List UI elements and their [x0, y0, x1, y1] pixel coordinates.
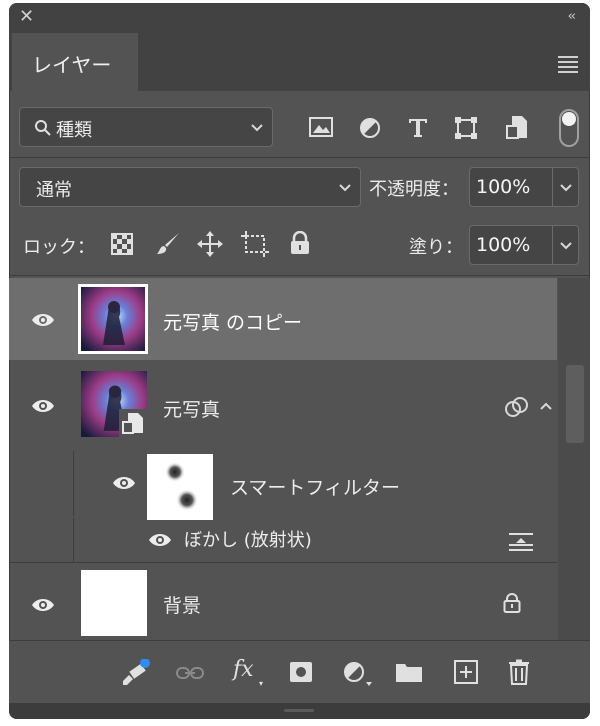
smart-filter-label: スマートフィルター: [230, 477, 401, 499]
tab-layers[interactable]: レイヤー: [12, 33, 138, 91]
photo-thumbnail-image: [81, 287, 145, 351]
layer-thumbnail: [81, 570, 147, 636]
filter-item-label: ぼかし (放射状): [184, 530, 312, 551]
layer-name[interactable]: 元写真: [163, 395, 220, 422]
eye-icon[interactable]: [31, 312, 55, 328]
chevron-down-icon: [560, 184, 572, 192]
filter-kind-label: 種類: [56, 120, 92, 141]
eye-icon[interactable]: [31, 398, 55, 414]
fill-field[interactable]: 100%: [469, 225, 553, 265]
layer-row[interactable]: 背景: [9, 563, 557, 643]
layer-style-fx-icon[interactable]: fx: [233, 657, 254, 682]
opacity-dropdown[interactable]: [552, 167, 579, 207]
divider: [9, 157, 590, 158]
collapse-icon[interactable]: ‹‹: [568, 9, 577, 24]
eye-icon[interactable]: [31, 597, 55, 613]
tab-strip: レイヤー: [9, 33, 590, 91]
opacity-label: 不透明度：: [369, 179, 459, 200]
shape-filter-icon[interactable]: [454, 116, 478, 140]
layer-lock-icon: [503, 593, 521, 613]
lock-label: ロック：: [23, 237, 95, 258]
new-adjustment-layer-icon[interactable]: [342, 660, 372, 688]
layers-panel: ✕ ‹‹ レイヤー 種類 通常 不透明度： 100% ロック： 塗り： 100%…: [9, 3, 590, 719]
close-icon[interactable]: ✕: [19, 7, 34, 27]
new-layer-icon[interactable]: [454, 660, 478, 684]
eye-icon[interactable]: [148, 532, 172, 548]
submenu-marker: ▾: [259, 679, 264, 688]
layer-thumbnail: [78, 284, 148, 354]
eye-icon[interactable]: [112, 475, 136, 491]
new-group-folder-icon[interactable]: [395, 661, 423, 683]
layer-row[interactable]: 元写真 のコピー: [9, 278, 557, 360]
add-mask-icon[interactable]: [289, 661, 313, 683]
delete-layer-trash-icon[interactable]: [508, 659, 530, 685]
lock-all-icon[interactable]: [289, 231, 311, 255]
image-filter-icon[interactable]: [309, 117, 333, 137]
layers-scrollbar[interactable]: [558, 278, 590, 643]
filter-blending-options-icon[interactable]: [509, 532, 533, 552]
chevron-down-icon: [560, 242, 572, 250]
lock-image-pixels-icon[interactable]: [155, 231, 181, 257]
opacity-value: 100%: [476, 176, 531, 198]
smart-filter-row[interactable]: スマートフィルター: [73, 451, 558, 520]
divider: [9, 275, 590, 276]
fill-dropdown[interactable]: [552, 225, 579, 265]
tab-layers-label: レイヤー: [32, 53, 112, 77]
lock-transparent-pixels-icon[interactable]: [111, 233, 133, 255]
layer-name[interactable]: 背景: [163, 591, 201, 618]
layer-row[interactable]: 元写真: [9, 361, 557, 456]
filter-kind-select[interactable]: 種類: [19, 107, 273, 147]
panel-title-bar: ✕ ‹‹: [9, 3, 590, 33]
layers-footer-toolbar: fx ▾: [9, 640, 590, 703]
lock-position-icon[interactable]: [197, 231, 223, 257]
lock-artboard-icon[interactable]: [241, 231, 269, 257]
filter-item-row[interactable]: ぼかし (放射状): [73, 518, 558, 562]
adjustment-filter-icon[interactable]: [359, 117, 381, 139]
scrollbar-thumb[interactable]: [566, 365, 584, 443]
link-layers-icon[interactable]: [175, 664, 205, 682]
panel-menu-icon[interactable]: [558, 56, 578, 76]
filter-toggle[interactable]: [559, 109, 579, 147]
mask-blobs: [165, 462, 198, 511]
fill-value: 100%: [476, 234, 531, 256]
layer-name[interactable]: 元写真 のコピー: [163, 308, 302, 335]
type-filter-icon[interactable]: [407, 116, 429, 138]
blend-mode-select[interactable]: 通常: [19, 167, 361, 207]
smart-object-filter-icon[interactable]: [506, 115, 528, 139]
smart-object-badge-icon: [119, 409, 147, 437]
chevron-down-icon: [339, 184, 351, 192]
opacity-field[interactable]: 100%: [469, 167, 553, 207]
filter-mask-thumbnail: [147, 454, 213, 520]
smart-filter-mask-icon[interactable]: [504, 395, 530, 419]
chevron-up-icon[interactable]: [539, 401, 553, 411]
blend-mode-value: 通常: [36, 180, 72, 201]
search-icon: [35, 120, 51, 136]
chevron-down-icon: [251, 124, 263, 132]
fill-label: 塗り：: [409, 237, 463, 258]
panel-resize-handle[interactable]: [9, 703, 590, 719]
layer-brush-tool-icon[interactable]: [121, 659, 151, 689]
